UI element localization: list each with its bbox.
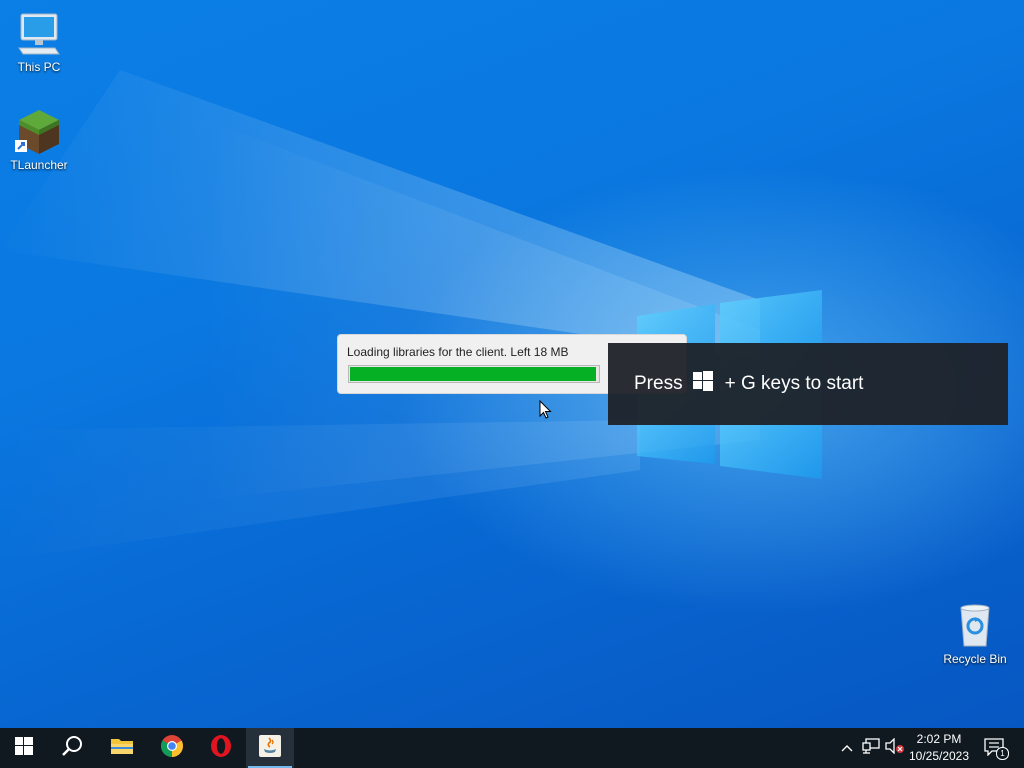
- windows-start-icon: [15, 736, 33, 760]
- java-button[interactable]: [246, 728, 294, 768]
- file-explorer-button[interactable]: [98, 728, 146, 768]
- loading-message: Loading libraries for the client. Left 1…: [347, 345, 569, 359]
- windows-logo-icon: [692, 371, 713, 397]
- tlauncher-icon: [15, 108, 63, 156]
- taskbar: 2:02 PM 10/25/2023 1: [0, 728, 1024, 768]
- this-pc-icon: [15, 10, 63, 58]
- java-icon: [258, 734, 282, 763]
- network-icon: [862, 737, 880, 759]
- opera-icon: [209, 734, 233, 763]
- show-hidden-icons-button[interactable]: [838, 728, 856, 768]
- notification-count-badge: 1: [996, 747, 1009, 760]
- progress-bar: [348, 365, 600, 383]
- desktop-icon-label: TLauncher: [10, 158, 68, 172]
- tip-suffix: + G keys to start: [724, 373, 864, 394]
- search-icon: [61, 735, 83, 762]
- chrome-button[interactable]: [148, 728, 196, 768]
- start-button[interactable]: [0, 728, 48, 768]
- folder-icon: [110, 736, 134, 761]
- desktop-icon-this-pc[interactable]: This PC: [4, 10, 74, 74]
- tip-prefix: Press: [634, 373, 683, 394]
- recycle-bin-icon: [951, 602, 999, 650]
- chrome-icon: [160, 734, 184, 763]
- desktop-icon-label: This PC: [17, 60, 61, 74]
- opera-button[interactable]: [197, 728, 245, 768]
- game-bar-tip: Press + G keys to start: [608, 343, 1008, 425]
- desktop-icon-tlauncher[interactable]: TLauncher: [4, 108, 74, 172]
- mouse-cursor-icon: [539, 400, 552, 419]
- desktop-icon-label: Recycle Bin: [943, 652, 1007, 666]
- clock-time: 2:02 PM: [916, 732, 962, 746]
- desktop-icon-recycle-bin[interactable]: Recycle Bin: [940, 602, 1010, 666]
- chevron-up-icon: [841, 739, 853, 757]
- action-center-button[interactable]: 1: [980, 728, 1010, 768]
- clock-date: 10/25/2023: [908, 749, 970, 763]
- clock[interactable]: 2:02 PM 10/25/2023: [902, 731, 976, 765]
- notification-icon: 1: [984, 738, 1009, 760]
- search-button[interactable]: [48, 728, 96, 768]
- desktop[interactable]: This PC TLauncher Recycle Bin Loading li…: [0, 0, 1024, 728]
- progress-bar-fill: [349, 366, 597, 382]
- network-button[interactable]: [860, 728, 882, 768]
